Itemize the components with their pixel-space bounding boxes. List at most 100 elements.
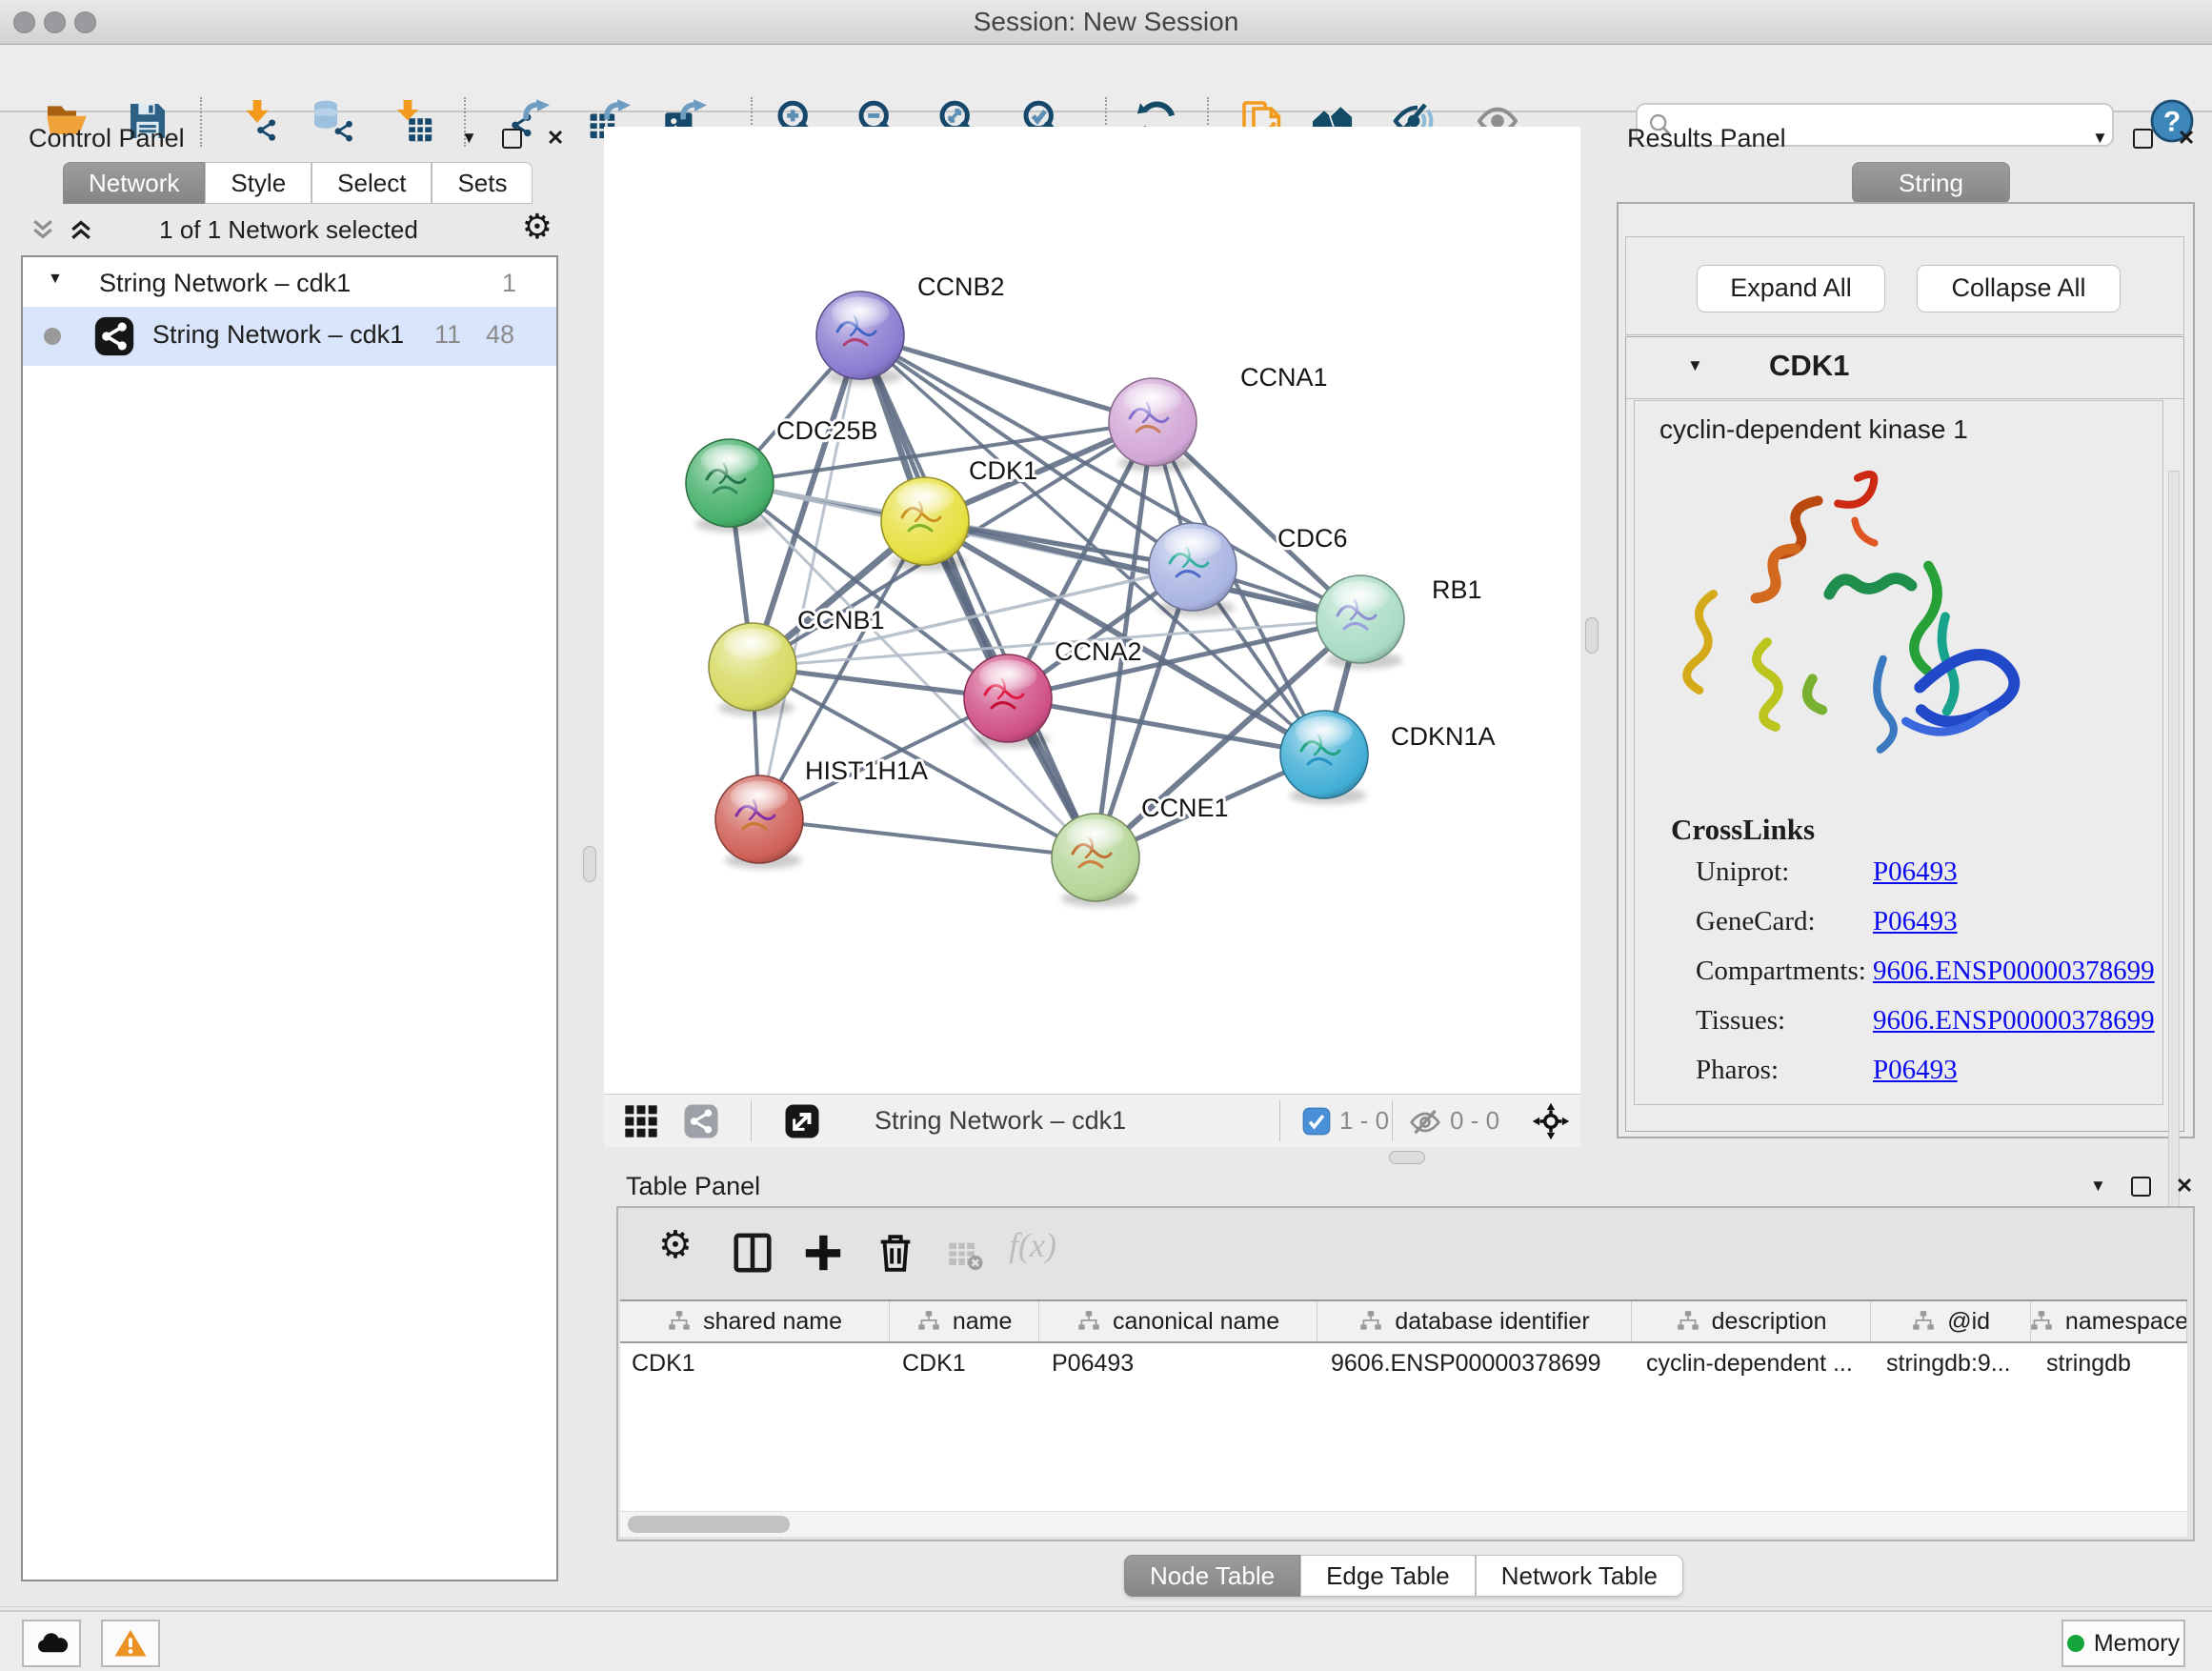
column-header-shared-name[interactable]: shared name	[620, 1301, 890, 1341]
crosslink-link[interactable]: 9606.ENSP00000378699	[1873, 1005, 2155, 1037]
results-scrollbar[interactable]	[2168, 471, 2180, 1263]
cell-name[interactable]: CDK1	[891, 1343, 1040, 1383]
selected-checkbox-icon[interactable]	[1302, 1107, 1331, 1136]
open-in-new-window-icon[interactable]	[783, 1102, 821, 1140]
crosslink-link[interactable]: P06493	[1873, 856, 1958, 888]
control-panel-close-icon[interactable]: ✕	[547, 126, 564, 151]
table-panel-close-icon[interactable]: ✕	[2176, 1174, 2193, 1198]
memory-button[interactable]: Memory	[2061, 1620, 2185, 1667]
memory-status-dot	[2067, 1635, 2084, 1652]
tab-string[interactable]: String	[1852, 162, 2010, 204]
close-window-icon[interactable]	[13, 11, 35, 33]
table-panel-maximize-icon[interactable]	[2131, 1177, 2151, 1197]
collection-expand-icon[interactable]: ▼	[48, 271, 63, 288]
minimize-window-icon[interactable]	[44, 11, 66, 33]
hidden-count: 0 - 0	[1450, 1095, 1499, 1147]
results-panel-float-icon[interactable]: ▼	[2092, 129, 2108, 148]
network-share-icon[interactable]	[682, 1102, 720, 1140]
birdseye-grid-icon[interactable]	[622, 1102, 660, 1140]
network-icon	[93, 315, 135, 357]
right-splitter-handle[interactable]	[1585, 617, 1599, 654]
show-columns-icon[interactable]	[731, 1231, 774, 1275]
import-network-database-icon[interactable]	[311, 98, 356, 144]
zoom-window-icon[interactable]	[74, 11, 96, 33]
node-CDKN1A[interactable]: CDKN1A	[1280, 711, 1496, 804]
network-current-dot	[44, 328, 61, 345]
column-label: namespace	[2065, 1308, 2187, 1336]
tab-network[interactable]: Network	[63, 162, 205, 204]
node-label-CCNE1: CCNE1	[1141, 794, 1229, 822]
collapse-all-button[interactable]: Collapse All	[1917, 265, 2121, 312]
memory-label: Memory	[2094, 1630, 2180, 1658]
node-label-CCNB2: CCNB2	[917, 272, 1005, 301]
column-header-name[interactable]: name	[890, 1301, 1039, 1341]
tab-select[interactable]: Select	[312, 162, 432, 204]
crosslink-link[interactable]: P06493	[1873, 1055, 1958, 1086]
import-network-file-icon[interactable]	[234, 98, 280, 144]
warnings-button[interactable]	[101, 1620, 160, 1667]
tab-sets[interactable]: Sets	[432, 162, 533, 204]
cell-namespace[interactable]: stringdb	[2035, 1343, 2191, 1383]
tab-node-table[interactable]: Node Table	[1124, 1555, 1300, 1597]
network-name: String Network – cdk1	[152, 320, 404, 350]
column-header-@id[interactable]: @id	[1871, 1301, 2031, 1341]
crosslink-row-uniprot: Uniprot:P06493	[1696, 856, 2134, 906]
tab-style[interactable]: Style	[205, 162, 312, 204]
table-panel-title: Table Panel	[626, 1172, 760, 1201]
function-builder-icon-disabled: f(x)	[1009, 1225, 1095, 1269]
node-label-CDKN1A: CDKN1A	[1391, 722, 1496, 751]
column-label: shared name	[703, 1308, 842, 1336]
results-panel-maximize-icon[interactable]	[2133, 129, 2153, 149]
node-RB1[interactable]: RB1	[1317, 575, 1482, 669]
control-panel-title: Control Panel	[29, 124, 185, 153]
crosslinks-title: CrossLinks	[1671, 813, 1815, 847]
table-horizontal-scrollbar[interactable]	[620, 1511, 2187, 1537]
crosslink-row-pharos: Pharos:P06493	[1696, 1055, 2134, 1104]
network-view-toolbar: String Network – cdk1 1 - 0 0 - 0	[604, 1094, 1580, 1147]
pan-crosshair-icon[interactable]	[1531, 1101, 1571, 1141]
crosslink-link[interactable]: P06493	[1873, 906, 1958, 937]
network-row-selected[interactable]: String Network – cdk1 11 48	[23, 307, 556, 366]
tab-edge-table[interactable]: Edge Table	[1300, 1555, 1476, 1597]
table-panel-float-icon[interactable]: ▼	[2090, 1177, 2106, 1196]
warning-icon	[113, 1626, 148, 1661]
column-header-namespace[interactable]: namespace	[2031, 1301, 2187, 1341]
cell-@id[interactable]: stringdb:9...	[1875, 1343, 2035, 1383]
column-header-canonical-name[interactable]: canonical name	[1039, 1301, 1317, 1341]
node-HIST1H1A[interactable]: HIST1H1A	[715, 756, 928, 869]
left-splitter-handle[interactable]	[583, 846, 596, 882]
node-CCNE1[interactable]: CCNE1	[1052, 794, 1229, 907]
tab-network-table[interactable]: Network Table	[1476, 1555, 1683, 1597]
cloud-icon	[34, 1626, 69, 1661]
crosslink-link[interactable]: 9606.ENSP00000378699	[1873, 956, 2155, 987]
add-column-icon[interactable]	[801, 1231, 845, 1275]
protein-result-card: ▼ CDK1 cyclin-dependent kinase 1 CrossLi…	[1625, 336, 2184, 1132]
column-header-database-identifier[interactable]: database identifier	[1317, 1301, 1632, 1341]
import-table-icon[interactable]	[389, 98, 434, 144]
cell-description[interactable]: cyclin-dependent ...	[1635, 1343, 1875, 1383]
protein-card-header[interactable]: ▼ CDK1	[1626, 337, 2183, 399]
expand-all-button[interactable]: Expand All	[1697, 265, 1885, 312]
results-panel-close-icon[interactable]: ✕	[2178, 126, 2195, 151]
network-options-gear-icon[interactable]: ⚙	[522, 208, 553, 247]
column-label: @id	[1947, 1308, 1990, 1336]
node-CDC6[interactable]: CDC6	[1149, 523, 1348, 616]
control-panel-float-icon[interactable]: ▼	[461, 129, 477, 148]
cell-database-identifier[interactable]: 9606.ENSP00000378699	[1319, 1343, 1635, 1383]
cell-shared-name[interactable]: CDK1	[620, 1343, 891, 1383]
network-view-canvas[interactable]: CCNB2 CCNA1 CDC25B CDK1 CDC6 RB1 CCNB1 C…	[604, 127, 1580, 1094]
node-CCNB1[interactable]: CCNB1	[709, 606, 885, 716]
scrollbar-thumb[interactable]	[628, 1516, 790, 1533]
column-header-description[interactable]: description	[1632, 1301, 1871, 1341]
network-collection-row[interactable]: ▼ String Network – cdk1 1	[23, 261, 556, 307]
delete-column-icon[interactable]	[874, 1231, 917, 1275]
cell-canonical-name[interactable]: P06493	[1040, 1343, 1319, 1383]
node-CCNA1[interactable]: CCNA1	[1109, 363, 1328, 472]
cloud-button[interactable]	[22, 1620, 81, 1667]
node-label-CDC6: CDC6	[1277, 524, 1348, 553]
table-options-gear-icon[interactable]: ⚙	[658, 1223, 702, 1267]
hidden-eye-icon[interactable]	[1408, 1105, 1442, 1139]
horizontal-splitter-handle[interactable]	[1389, 1151, 1425, 1164]
control-panel-maximize-icon[interactable]	[502, 129, 522, 149]
protein-collapse-icon[interactable]: ▼	[1687, 356, 1703, 375]
